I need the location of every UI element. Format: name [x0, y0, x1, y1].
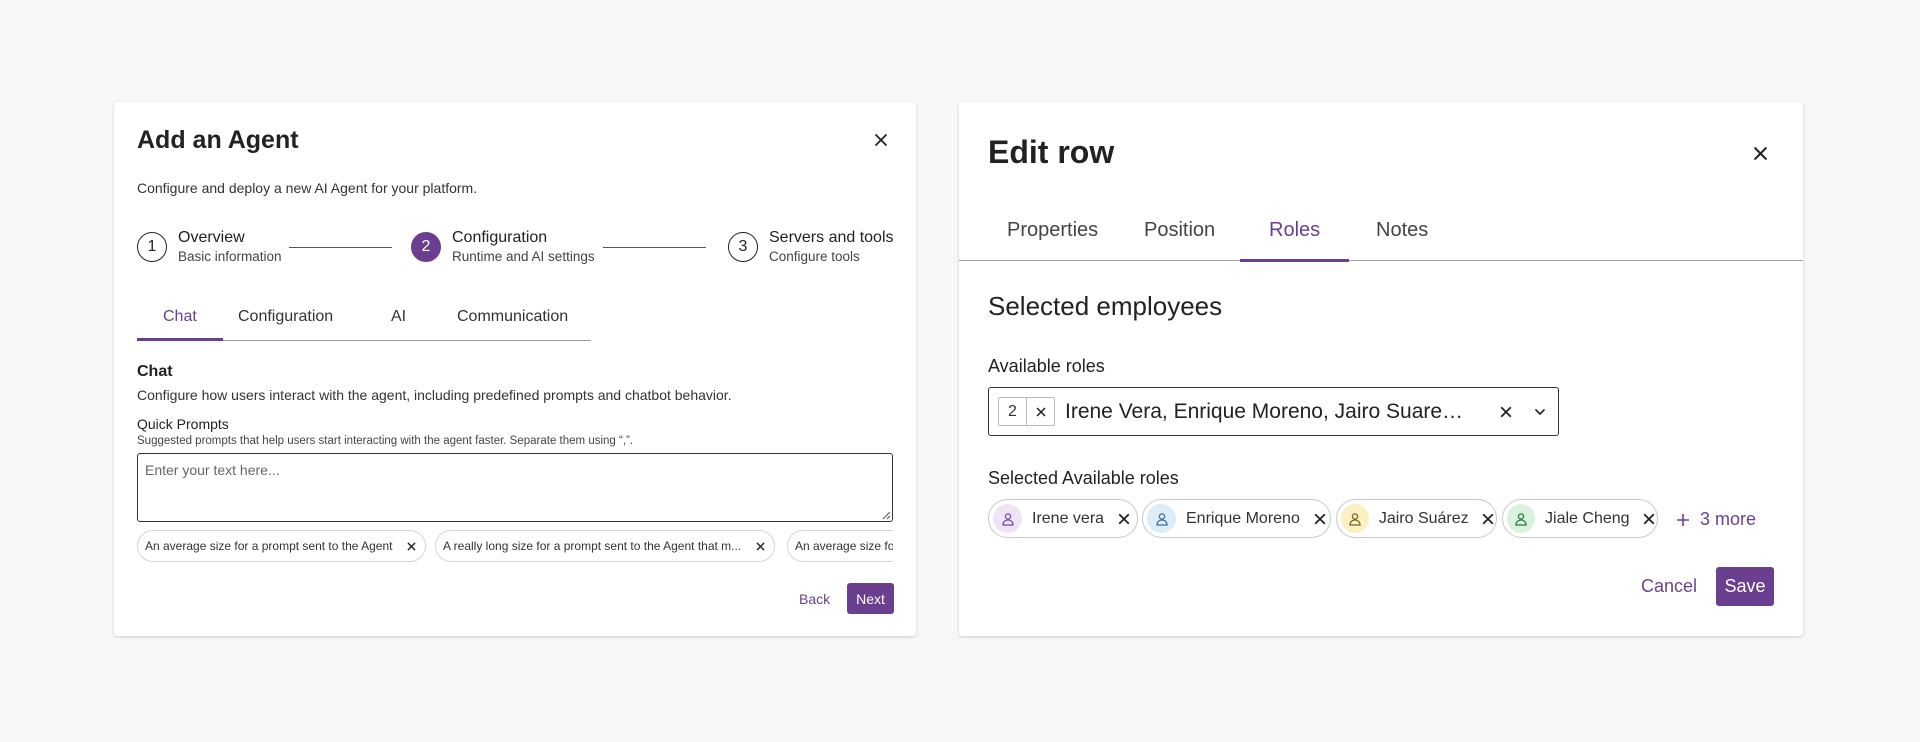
step-subtitle: Basic information: [178, 249, 282, 264]
tab-configuration[interactable]: Configuration: [238, 308, 333, 326]
step-configuration[interactable]: 2 Configuration Runtime and AI settings: [411, 228, 595, 266]
step-subtitle: Runtime and AI settings: [452, 249, 595, 264]
prompt-chip-list: An average size for a prompt sent to the…: [137, 530, 893, 562]
prompt-chip-label: A really long size for a prompt sent to …: [443, 539, 742, 553]
edit-tabs: Properties Position Roles Notes: [959, 208, 1803, 262]
selected-roles-label: Selected Available roles: [988, 468, 1179, 488]
add-agent-dialog: Add an Agent Configure and deploy a new …: [114, 102, 916, 636]
section-title: Selected employees: [988, 291, 1223, 321]
employee-chip: Irene vera: [988, 499, 1138, 538]
close-icon: [1118, 513, 1130, 524]
plus-icon: [1677, 513, 1689, 526]
clear-count-button[interactable]: [1027, 398, 1054, 425]
employee-name: Irene vera: [1032, 509, 1105, 527]
close-icon: [875, 134, 887, 146]
employee-name: Jiale Cheng: [1545, 509, 1630, 527]
step-connector: [289, 247, 392, 248]
clear-icon: [1500, 406, 1512, 418]
remove-employee-button[interactable]: [1116, 511, 1132, 527]
step-subtitle: Configure tools: [769, 249, 860, 264]
back-button[interactable]: Back: [799, 591, 830, 607]
close-icon: [1314, 513, 1326, 524]
step-number: 1: [137, 232, 167, 262]
person-icon: [1001, 512, 1014, 526]
prompt-chip: A really long size for a prompt sent to …: [435, 530, 776, 562]
cancel-button[interactable]: Cancel: [1641, 576, 1697, 597]
employee-chip: Jiale Cheng: [1502, 499, 1658, 538]
quick-prompts-input[interactable]: [137, 453, 893, 522]
tab-notes[interactable]: Notes: [1376, 219, 1428, 242]
remove-employee-button[interactable]: [1481, 511, 1496, 527]
remove-employee-button[interactable]: [1312, 511, 1328, 527]
person-icon: [1155, 512, 1168, 526]
show-more-label: 3 more: [1700, 509, 1757, 529]
employee-name: Jairo Suárez: [1378, 509, 1469, 527]
close-button[interactable]: [1746, 139, 1774, 167]
close-icon: [407, 541, 416, 551]
clear-selection-button[interactable]: [1495, 401, 1517, 423]
step-title: Configuration: [452, 229, 548, 246]
prompt-chip-label: An average size for a prompt sent to the…: [795, 539, 893, 553]
tab-roles[interactable]: Roles: [1269, 219, 1320, 242]
avatar: [1147, 504, 1176, 533]
dialog-description: Configure and deploy a new AI Agent for …: [137, 180, 478, 196]
quick-prompts-hint: Suggested prompts that help users start …: [137, 435, 634, 447]
dialog-title: Edit row: [988, 134, 1115, 170]
employee-chip: Jairo Suárez: [1336, 499, 1497, 538]
prompt-chip-label: An average size for a prompt sent to the…: [145, 539, 393, 553]
tab-ai[interactable]: AI: [391, 308, 406, 326]
section-title: Chat: [137, 363, 173, 380]
employee-name: Enrique Moreno: [1186, 509, 1300, 527]
stepper: 1 Overview Basic information 2 Configura…: [137, 228, 907, 272]
dialog-title: Add an Agent: [137, 126, 299, 154]
edit-row-dialog: Edit row Properties Position Roles Notes…: [959, 102, 1803, 636]
prompt-chip: An average size for a prompt sent to the…: [137, 530, 427, 562]
selected-count-chip: 2: [998, 397, 1055, 426]
dropdown-toggle[interactable]: [1529, 401, 1551, 423]
avatar: [993, 504, 1022, 533]
section-description: Configure how users interact with the ag…: [137, 387, 732, 403]
person-icon: [1349, 512, 1361, 526]
step-servers-and-tools[interactable]: 3 Servers and tools Configure tools: [728, 228, 894, 266]
step-number: 3: [728, 232, 758, 262]
tab-position[interactable]: Position: [1144, 219, 1215, 242]
selected-count: 2: [999, 398, 1027, 425]
active-tab-indicator: [137, 338, 223, 341]
show-more-button[interactable]: 3 more: [1676, 509, 1756, 530]
active-tab-indicator: [1240, 258, 1349, 262]
step-title: Servers and tools: [769, 229, 894, 246]
remove-chip-button[interactable]: [404, 539, 418, 553]
chevron-down-icon: [1534, 408, 1546, 416]
close-icon: [1753, 146, 1767, 160]
tab-communication[interactable]: Communication: [457, 308, 568, 326]
step-overview[interactable]: 1 Overview Basic information: [137, 228, 282, 266]
quick-prompts-label: Quick Prompts: [137, 416, 229, 432]
save-button[interactable]: Save: [1716, 567, 1774, 606]
step-number: 2: [411, 232, 441, 262]
tab-properties[interactable]: Properties: [1007, 219, 1098, 242]
remove-employee-button[interactable]: [1642, 511, 1657, 527]
remove-chip-button[interactable]: [753, 539, 767, 553]
selected-roles-value: Irene Vera, Enrique Moreno, Jairo Suarez…: [1065, 399, 1470, 423]
close-icon: [1035, 406, 1046, 417]
avatar: [1507, 504, 1536, 533]
step-connector: [603, 247, 706, 248]
avatar: [1341, 504, 1369, 533]
resize-grip-icon[interactable]: [881, 510, 891, 520]
agent-tabs: Chat Configuration AI Communication: [137, 299, 591, 341]
person-icon: [1515, 512, 1527, 526]
tab-chat[interactable]: Chat: [163, 308, 197, 326]
employee-chip-list: Irene vera Enrique Moreno Jairo Suárez J…: [988, 499, 1778, 539]
close-icon: [1482, 513, 1494, 524]
available-roles-select[interactable]: 2 Irene Vera, Enrique Moreno, Jairo Suar…: [988, 387, 1559, 436]
available-roles-label: Available roles: [988, 356, 1105, 376]
next-button[interactable]: Next: [847, 583, 894, 614]
close-button[interactable]: [868, 127, 894, 153]
step-title: Overview: [178, 229, 245, 246]
employee-chip: Enrique Moreno: [1142, 499, 1331, 538]
close-icon: [756, 541, 765, 551]
prompt-chip: An average size for a prompt sent to the…: [787, 530, 893, 562]
close-icon: [1643, 513, 1655, 524]
